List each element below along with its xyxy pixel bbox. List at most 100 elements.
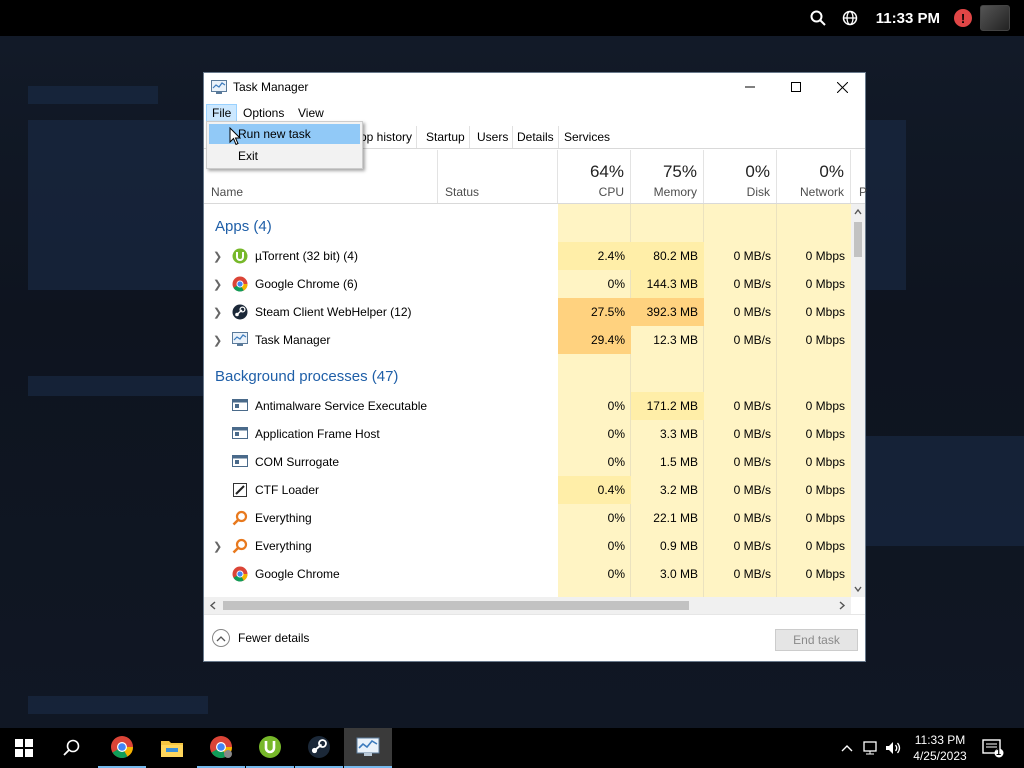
taskbar-steam[interactable] [295, 728, 343, 768]
process-name: Everything [255, 511, 312, 525]
table-row[interactable]: Application Frame Host 0% 3.3 MB 0 MB/s … [204, 420, 851, 448]
chevron-right-icon[interactable]: ❯ [213, 306, 222, 319]
chevron-right-icon[interactable]: ❯ [213, 540, 222, 553]
network-total: 0% [819, 162, 844, 181]
cpu-cell: 0% [607, 455, 625, 469]
menu-view[interactable]: View [293, 104, 329, 122]
chrome-icon [111, 736, 133, 758]
close-button[interactable] [819, 73, 865, 101]
column-cpu[interactable]: 64% CPU [558, 150, 631, 203]
menu-item-exit[interactable]: Exit [209, 146, 360, 166]
network-cell: 0 Mbps [805, 567, 845, 581]
tab-users[interactable]: Users [473, 126, 514, 148]
table-row[interactable]: CTF Loader 0.4% 3.2 MB 0 MB/s 0 Mbps [204, 476, 851, 504]
fewer-details-button[interactable]: Fewer details [212, 629, 309, 647]
column-power[interactable]: P [851, 150, 868, 203]
table-row[interactable]: ❯ Steam Client WebHelper (12) 27.5% 392.… [204, 298, 851, 326]
network-cell: 0 Mbps [805, 399, 845, 413]
disk-total: 0% [745, 162, 770, 181]
memory-cell: 1.5 MB [659, 455, 698, 469]
menu-options[interactable]: Options [238, 104, 289, 122]
chevron-right-icon[interactable]: ❯ [213, 250, 222, 263]
tab-details[interactable]: Details [513, 126, 559, 148]
start-button[interactable] [0, 728, 48, 768]
table-row[interactable]: Antimalware Service Executable 0% 171.2 … [204, 392, 851, 420]
tab-startup[interactable]: Startup [422, 126, 470, 148]
chevron-up-icon[interactable] [838, 738, 856, 758]
network-cell: 0 Mbps [805, 455, 845, 469]
horizontal-scrollbar[interactable] [204, 597, 851, 614]
taskbar-search-button[interactable] [48, 728, 96, 768]
taskbar-clock[interactable]: 11:33 PM 4/25/2023 [905, 732, 975, 764]
memory-cell: 392.3 MB [631, 298, 704, 326]
process-name: Google Chrome [255, 567, 340, 581]
cpu-cell: 0% [607, 427, 625, 441]
chevron-right-icon[interactable]: ❯ [213, 334, 222, 347]
column-disk[interactable]: 0% Disk [704, 150, 777, 203]
table-row[interactable]: ❯ Task Manager 29.4% 12.3 MB 0 MB/s 0 Mb… [204, 326, 851, 354]
column-power-label: P [859, 185, 868, 199]
taskbar-date: 4/25/2023 [913, 749, 967, 763]
end-task-button[interactable]: End task [775, 629, 858, 651]
footer: Fewer details End task [204, 614, 865, 661]
cpu-cell: 0% [607, 511, 625, 525]
process-name: Google Chrome (6) [255, 277, 358, 291]
scroll-arrows-icon [854, 208, 862, 593]
task-manager-icon [232, 332, 248, 348]
table-row[interactable]: Google Chrome 0% 3.0 MB 0 MB/s 0 Mbps [204, 560, 851, 588]
cpu-cell: 27.5% [558, 298, 631, 326]
memory-cell: 3.0 MB [659, 567, 698, 581]
chrome-icon [232, 566, 248, 582]
windows-logo-icon [15, 739, 33, 757]
taskbar-task-manager[interactable] [344, 728, 392, 768]
task-manager-icon [356, 737, 380, 756]
notification-center-icon[interactable]: 1 [982, 738, 1004, 758]
disk-cell: 0 MB/s [733, 249, 771, 263]
taskbar-utorrent[interactable] [246, 728, 294, 768]
process-name: Steam Client WebHelper (12) [255, 305, 412, 319]
cpu-cell: 0% [607, 567, 625, 581]
folder-icon [161, 741, 183, 757]
menu-file[interactable]: File [206, 104, 238, 122]
chevron-up-icon [212, 629, 230, 647]
search-icon[interactable] [808, 8, 828, 28]
minimize-button[interactable] [727, 73, 773, 101]
volume-icon[interactable] [884, 738, 902, 758]
fewer-details-label: Fewer details [238, 631, 310, 645]
table-row[interactable]: Everything 0% 22.1 MB 0 MB/s 0 Mbps [204, 504, 851, 532]
disk-cell: 0 MB/s [733, 455, 771, 469]
process-name: µTorrent (32 bit) (4) [255, 249, 358, 263]
disk-cell: 0 MB/s [733, 483, 771, 497]
user-avatar[interactable] [980, 5, 1010, 31]
window-icon [232, 454, 248, 470]
memory-cell: 12.3 MB [653, 333, 698, 347]
table-row[interactable]: ❯ Everything 0% 0.9 MB 0 MB/s 0 Mbps [204, 532, 851, 560]
group-apps: Apps (4) [215, 218, 272, 235]
title-bar[interactable]: Task Manager [204, 73, 865, 101]
alert-icon[interactable]: ! [954, 9, 972, 27]
network-cell: 0 Mbps [805, 277, 845, 291]
pen-icon [232, 482, 248, 498]
memory-cell: 171.2 MB [631, 392, 704, 420]
process-name: COM Surrogate [255, 455, 340, 469]
tab-app-history[interactable]: pp history [356, 126, 418, 148]
notification-count: 1 [996, 747, 1002, 757]
globe-icon[interactable] [840, 8, 860, 28]
topbar-clock: 11:33 PM [875, 9, 940, 27]
maximize-button[interactable] [773, 73, 819, 101]
vertical-scrollbar[interactable] [851, 204, 865, 597]
column-status-label: Status [445, 185, 480, 199]
taskbar-chrome[interactable] [98, 728, 146, 768]
taskbar-file-explorer[interactable] [148, 728, 196, 768]
table-row[interactable]: ❯ µTorrent (32 bit) (4) 2.4% 80.2 MB 0 M… [204, 242, 851, 270]
taskbar-chrome-profile[interactable] [197, 728, 245, 768]
table-row[interactable]: ❯ Google Chrome (6) 0% 144.3 MB 0 MB/s 0… [204, 270, 851, 298]
table-row[interactable]: COM Surrogate 0% 1.5 MB 0 MB/s 0 Mbps [204, 448, 851, 476]
column-status[interactable]: Status [438, 150, 558, 203]
column-network[interactable]: 0% Network [777, 150, 851, 203]
network-icon[interactable] [862, 738, 880, 758]
search-icon [63, 739, 80, 756]
tab-services[interactable]: Services [560, 126, 614, 148]
chevron-right-icon[interactable]: ❯ [213, 278, 222, 291]
column-memory[interactable]: 75% Memory [631, 150, 704, 203]
